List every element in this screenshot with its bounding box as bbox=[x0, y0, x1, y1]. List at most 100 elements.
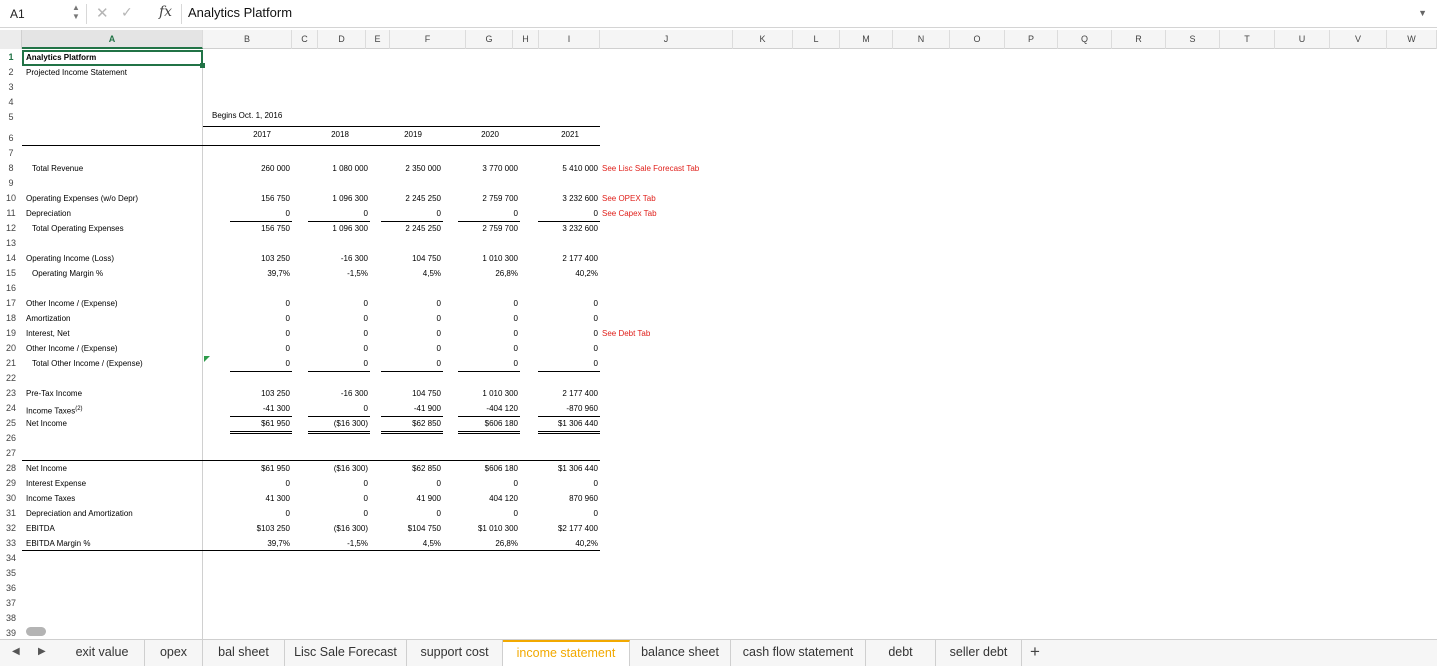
column-header-p[interactable]: P bbox=[1005, 30, 1058, 49]
row-label-op-income[interactable]: Operating Income (Loss) bbox=[24, 252, 116, 266]
next-sheet-icon[interactable]: ▶ bbox=[38, 646, 46, 657]
year-header[interactable]: 2020 bbox=[460, 128, 520, 142]
row-header-17[interactable]: 17 bbox=[0, 296, 22, 311]
row-header-36[interactable]: 36 bbox=[0, 581, 22, 596]
column-header-m[interactable]: M bbox=[840, 30, 893, 49]
sheet-tab-cash-flow-statement[interactable]: cash flow statement bbox=[731, 640, 866, 666]
value-amortization-2017[interactable]: 0 bbox=[230, 312, 292, 326]
value-total-revenue-2020[interactable]: 3 770 000 bbox=[458, 162, 520, 176]
value-total-other-2019[interactable]: 0 bbox=[381, 357, 443, 372]
row-header-5[interactable]: 5 bbox=[0, 110, 22, 125]
value-income-taxes-2019[interactable]: -41 900 bbox=[381, 402, 443, 417]
value-ebitda-margin-2017[interactable]: 39,7% bbox=[230, 537, 292, 551]
value-op-income-2018[interactable]: -16 300 bbox=[308, 252, 370, 266]
column-header-u[interactable]: U bbox=[1275, 30, 1330, 49]
error-indicator-icon[interactable] bbox=[204, 356, 210, 362]
row-header-1[interactable]: 1 bbox=[0, 50, 22, 65]
value-amortization-2020[interactable]: 0 bbox=[458, 312, 520, 326]
value-amortization-2019[interactable]: 0 bbox=[381, 312, 443, 326]
value-income-taxes2-2017[interactable]: 41 300 bbox=[230, 492, 292, 506]
value-op-income-2017[interactable]: 103 250 bbox=[230, 252, 292, 266]
value-opex-2017[interactable]: 156 750 bbox=[230, 192, 292, 206]
value-total-opex-2020[interactable]: 2 759 700 bbox=[458, 222, 520, 236]
value-ebitda-margin-2020[interactable]: 26,8% bbox=[458, 537, 520, 551]
value-other-income2-2019[interactable]: 0 bbox=[381, 342, 443, 356]
row-header-28[interactable]: 28 bbox=[0, 461, 22, 476]
value-dep-amort-2018[interactable]: 0 bbox=[308, 507, 370, 521]
value-depreciation-2020[interactable]: 0 bbox=[458, 207, 520, 222]
row-label-other-income[interactable]: Other Income / (Expense) bbox=[24, 297, 120, 311]
sheet-tab-income-statement[interactable]: income statement bbox=[503, 640, 630, 666]
value-pretax-2019[interactable]: 104 750 bbox=[381, 387, 443, 401]
prev-sheet-icon[interactable]: ◀ bbox=[12, 646, 20, 657]
value-income-taxes2-2020[interactable]: 404 120 bbox=[458, 492, 520, 506]
value-op-income-2021[interactable]: 2 177 400 bbox=[538, 252, 600, 266]
value-net-income2-2020[interactable]: $606 180 bbox=[458, 462, 520, 476]
sheet-tab-lisc-sale-forecast[interactable]: Lisc Sale Forecast bbox=[285, 640, 407, 666]
value-dep-amort-2020[interactable]: 0 bbox=[458, 507, 520, 521]
row-header-33[interactable]: 33 bbox=[0, 536, 22, 551]
value-other-income-2020[interactable]: 0 bbox=[458, 297, 520, 311]
row-header-26[interactable]: 26 bbox=[0, 431, 22, 446]
row-header-20[interactable]: 20 bbox=[0, 341, 22, 356]
value-op-margin-2020[interactable]: 26,8% bbox=[458, 267, 520, 281]
value-interest-net-2020[interactable]: 0 bbox=[458, 327, 520, 341]
value-total-opex-2018[interactable]: 1 096 300 bbox=[308, 222, 370, 236]
value-income-taxes-2017[interactable]: -41 300 bbox=[230, 402, 292, 417]
row-header-32[interactable]: 32 bbox=[0, 521, 22, 536]
value-ebitda-2017[interactable]: $103 250 bbox=[230, 522, 292, 536]
selected-cell-a1[interactable] bbox=[22, 50, 203, 66]
row-header-31[interactable]: 31 bbox=[0, 506, 22, 521]
column-header-o[interactable]: O bbox=[950, 30, 1005, 49]
value-net-income2-2019[interactable]: $62 850 bbox=[381, 462, 443, 476]
value-other-income2-2021[interactable]: 0 bbox=[538, 342, 600, 356]
formula-input[interactable]: Analytics Platform bbox=[188, 5, 292, 20]
column-header-g[interactable]: G bbox=[466, 30, 513, 49]
column-header-q[interactable]: Q bbox=[1058, 30, 1112, 49]
value-opex-2020[interactable]: 2 759 700 bbox=[458, 192, 520, 206]
column-header-k[interactable]: K bbox=[733, 30, 793, 49]
row-header-14[interactable]: 14 bbox=[0, 251, 22, 266]
year-header[interactable]: 2021 bbox=[540, 128, 600, 142]
value-total-revenue-2017[interactable]: 260 000 bbox=[230, 162, 292, 176]
column-header-e[interactable]: E bbox=[366, 30, 390, 49]
column-header-b[interactable]: B bbox=[203, 30, 292, 49]
row-header-19[interactable]: 19 bbox=[0, 326, 22, 341]
value-interest-net-2017[interactable]: 0 bbox=[230, 327, 292, 341]
row-header-27[interactable]: 27 bbox=[0, 446, 22, 461]
value-other-income2-2018[interactable]: 0 bbox=[308, 342, 370, 356]
value-net-income2-2018[interactable]: ($16 300) bbox=[308, 462, 370, 476]
row-label-other-income2[interactable]: Other Income / (Expense) bbox=[24, 342, 120, 356]
row-header-2[interactable]: 2 bbox=[0, 65, 22, 80]
column-header-d[interactable]: D bbox=[318, 30, 366, 49]
value-op-income-2020[interactable]: 1 010 300 bbox=[458, 252, 520, 266]
row-label-ebitda[interactable]: EBITDA bbox=[24, 522, 57, 536]
value-other-income-2017[interactable]: 0 bbox=[230, 297, 292, 311]
value-net-income-2018[interactable]: ($16 300) bbox=[308, 417, 370, 434]
value-ebitda-2021[interactable]: $2 177 400 bbox=[538, 522, 600, 536]
value-other-income2-2020[interactable]: 0 bbox=[458, 342, 520, 356]
value-interest-net-2019[interactable]: 0 bbox=[381, 327, 443, 341]
row-label-net-income[interactable]: Net Income bbox=[24, 417, 69, 431]
horizontal-scrollbar[interactable] bbox=[26, 627, 46, 636]
value-opex-2019[interactable]: 2 245 250 bbox=[381, 192, 443, 206]
row-header-3[interactable]: 3 bbox=[0, 80, 22, 95]
row-header-30[interactable]: 30 bbox=[0, 491, 22, 506]
row-header-22[interactable]: 22 bbox=[0, 371, 22, 386]
row-header-8[interactable]: 8 bbox=[0, 161, 22, 176]
note-revenue[interactable]: See Lisc Sale Forecast Tab bbox=[600, 162, 701, 176]
value-income-taxes-2018[interactable]: 0 bbox=[308, 402, 370, 417]
value-amortization-2018[interactable]: 0 bbox=[308, 312, 370, 326]
row-header-10[interactable]: 10 bbox=[0, 191, 22, 206]
value-other-income-2021[interactable]: 0 bbox=[538, 297, 600, 311]
value-pretax-2020[interactable]: 1 010 300 bbox=[458, 387, 520, 401]
value-total-opex-2019[interactable]: 2 245 250 bbox=[381, 222, 443, 236]
value-ebitda-2019[interactable]: $104 750 bbox=[381, 522, 443, 536]
column-header-c[interactable]: C bbox=[292, 30, 318, 49]
value-interest-expense-2019[interactable]: 0 bbox=[381, 477, 443, 491]
value-dep-amort-2019[interactable]: 0 bbox=[381, 507, 443, 521]
value-total-other-2017[interactable]: 0 bbox=[230, 357, 292, 372]
row-header-11[interactable]: 11 bbox=[0, 206, 22, 221]
value-other-income-2019[interactable]: 0 bbox=[381, 297, 443, 311]
value-other-income2-2017[interactable]: 0 bbox=[230, 342, 292, 356]
